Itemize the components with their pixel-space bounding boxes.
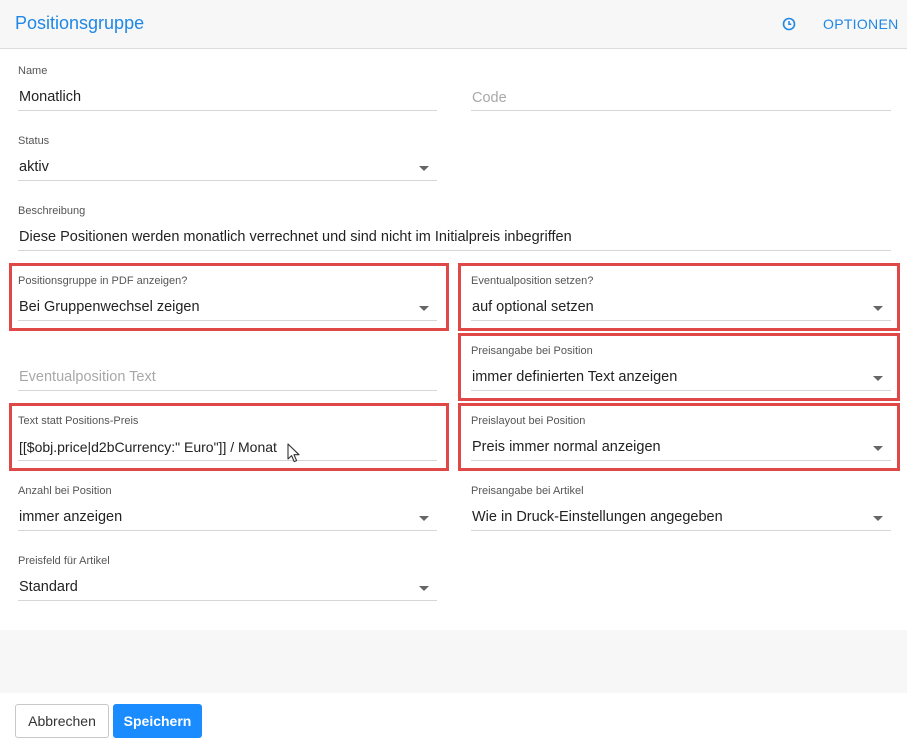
dialog-header: Positionsgruppe OPTIONEN xyxy=(0,0,907,49)
chevron-down-icon[interactable] xyxy=(419,586,429,591)
price-field-article-select[interactable]: Preisfeld für Artikel Standard xyxy=(18,555,437,605)
footer-band xyxy=(0,630,907,693)
name-field[interactable]: Name Monatlich xyxy=(18,65,437,115)
quantity-position-select[interactable]: Anzahl bei Position immer anzeigen xyxy=(18,485,437,535)
price-field-article-underline xyxy=(18,600,437,601)
name-value[interactable]: Monatlich xyxy=(19,89,81,105)
price-info-article-label: Preisangabe bei Artikel xyxy=(471,485,584,497)
eventual-text-underline xyxy=(18,390,437,391)
quantity-position-label: Anzahl bei Position xyxy=(18,485,112,497)
code-placeholder[interactable]: Code xyxy=(472,90,507,106)
highlight-box xyxy=(9,403,449,471)
eventual-text-field[interactable]: Eventualposition Text xyxy=(18,345,437,395)
description-field[interactable]: Beschreibung Diese Positionen werden mon… xyxy=(18,205,891,255)
options-button[interactable]: OPTIONEN xyxy=(823,16,899,32)
status-select[interactable]: Status aktiv xyxy=(18,135,437,185)
highlight-box xyxy=(458,403,900,471)
description-value[interactable]: Diese Positionen werden monatlich verrec… xyxy=(19,229,572,245)
status-label: Status xyxy=(18,135,50,147)
mouse-cursor-icon xyxy=(287,443,300,463)
price-info-article-select[interactable]: Preisangabe bei Artikel Wie in Druck-Ein… xyxy=(471,485,891,535)
chevron-down-icon[interactable] xyxy=(419,166,429,171)
description-underline xyxy=(18,250,891,251)
highlight-box xyxy=(458,333,900,401)
chevron-down-icon[interactable] xyxy=(873,516,883,521)
code-field[interactable]: Code xyxy=(471,65,891,115)
price-info-article-underline xyxy=(471,530,891,531)
description-label: Beschreibung xyxy=(18,205,86,217)
price-field-article-value[interactable]: Standard xyxy=(19,579,78,595)
quantity-position-underline xyxy=(18,530,437,531)
price-field-article-label: Preisfeld für Artikel xyxy=(18,555,110,567)
clock-icon[interactable] xyxy=(782,17,796,31)
price-info-article-value[interactable]: Wie in Druck-Einstellungen angegeben xyxy=(472,509,723,525)
code-underline xyxy=(471,110,891,111)
name-underline xyxy=(18,110,437,111)
quantity-position-value[interactable]: immer anzeigen xyxy=(19,509,122,525)
name-label: Name xyxy=(18,65,48,77)
status-value[interactable]: aktiv xyxy=(19,159,49,175)
status-underline xyxy=(18,180,437,181)
highlight-box xyxy=(9,263,449,331)
eventual-text-placeholder[interactable]: Eventualposition Text xyxy=(19,369,156,385)
page-title: Positionsgruppe xyxy=(15,13,145,33)
chevron-down-icon[interactable] xyxy=(419,516,429,521)
highlight-box xyxy=(458,263,900,331)
cancel-button[interactable]: Abbrechen xyxy=(15,704,109,738)
save-button[interactable]: Speichern xyxy=(113,704,202,738)
